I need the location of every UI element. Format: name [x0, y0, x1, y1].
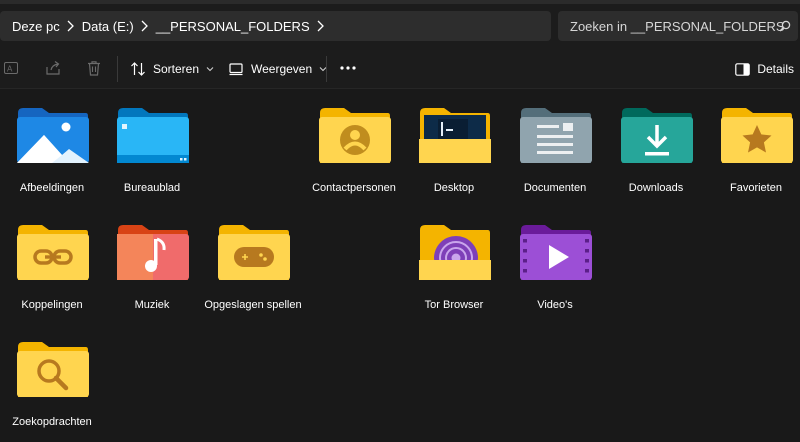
folder-label: Muziek [134, 299, 170, 311]
videos-folder-icon [520, 225, 592, 280]
toolbar-divider [117, 56, 118, 82]
folder-item-tor-browser[interactable]: Tor Browser [404, 207, 504, 317]
desktop-blue-folder-icon [117, 108, 189, 163]
breadcrumb-deze-pc[interactable]: Deze pc [12, 19, 60, 34]
sort-icon [130, 61, 146, 77]
folder-item-zoekopdrachten[interactable]: Zoekopdrachten [2, 324, 102, 434]
toolbar-divider [326, 56, 327, 82]
details-label: Details [757, 62, 794, 76]
tor-browser-folder-icon [419, 225, 491, 280]
chevron-right-icon[interactable] [60, 20, 82, 32]
folder-label: Favorieten [730, 182, 782, 194]
folder-item-videos[interactable]: Video's [505, 207, 605, 317]
folder-label: Zoekopdrachten [12, 416, 92, 428]
folder-label: Afbeeldingen [19, 182, 85, 194]
address-bar[interactable]: Deze pc Data (E:) __PERSONAL_FOLDERS [0, 11, 551, 41]
searches-folder-icon [17, 342, 89, 397]
saved-games-folder-icon [218, 225, 290, 280]
more-options-icon[interactable] [338, 65, 358, 71]
details-pane-button[interactable]: Details [735, 57, 794, 81]
folder-item-bureaublad[interactable]: Bureaublad [102, 90, 202, 200]
folder-item-downloads[interactable]: Downloads [606, 90, 706, 200]
search-placeholder: Zoeken in __PERSONAL_FOLDERS [570, 18, 785, 34]
search-icon[interactable] [779, 20, 791, 32]
folder-label: Desktop [433, 182, 475, 194]
folder-item-favorieten[interactable]: Favorieten [706, 90, 800, 200]
search-input[interactable]: Zoeken in __PERSONAL_FOLDERS [558, 11, 798, 41]
chevron-right-icon[interactable] [134, 20, 156, 32]
window-top-edge [0, 0, 800, 4]
folder-item-contactpersonen[interactable]: Contactpersonen [304, 90, 404, 200]
sort-label: Sorteren [153, 62, 200, 76]
folder-item-documenten[interactable]: Documenten [505, 90, 605, 200]
rename-icon[interactable]: A [2, 59, 20, 77]
command-bar: A Sorteren Weergeven Details [0, 49, 800, 89]
breadcrumb-personal-folders[interactable]: __PERSONAL_FOLDERS [156, 19, 310, 34]
folder-item-koppelingen[interactable]: Koppelingen [2, 207, 102, 317]
breadcrumb-data-e[interactable]: Data (E:) [82, 19, 134, 34]
folder-label: Documenten [523, 182, 587, 194]
share-icon[interactable] [44, 59, 62, 77]
folder-item-desktop[interactable]: Desktop [404, 90, 504, 200]
contacts-folder-icon [319, 108, 391, 163]
details-pane-icon [735, 62, 751, 76]
folder-view: Afbeeldingen Bureaublad Contactpersonen [0, 90, 800, 442]
folder-label: Tor Browser [424, 299, 484, 311]
folder-label: Bureaublad [123, 182, 181, 194]
view-icon [228, 61, 244, 77]
folder-label: Koppelingen [21, 299, 83, 311]
svg-text:A: A [7, 65, 13, 74]
music-folder-icon [117, 225, 189, 280]
sort-button[interactable]: Sorteren [130, 57, 214, 81]
delete-icon[interactable] [85, 59, 103, 77]
favorites-folder-icon [721, 108, 793, 163]
folder-item-muziek[interactable]: Muziek [102, 207, 202, 317]
view-label: Weergeven [251, 62, 313, 76]
folder-label: Contactpersonen [312, 182, 396, 194]
folder-label: Opgeslagen spellen [204, 299, 302, 311]
links-folder-icon [17, 225, 89, 280]
documents-folder-icon [520, 108, 592, 163]
chevron-right-icon[interactable] [310, 20, 332, 32]
folder-item-afbeeldingen[interactable]: Afbeeldingen [2, 90, 102, 200]
view-button[interactable]: Weergeven [228, 57, 327, 81]
pictures-folder-icon [17, 108, 89, 163]
folder-label: Downloads [628, 182, 684, 194]
folder-item-opgeslagen-spellen[interactable]: Opgeslagen spellen [203, 207, 303, 317]
folder-label: Video's [537, 299, 573, 311]
address-toolbar: Deze pc Data (E:) __PERSONAL_FOLDERS Zoe… [0, 0, 800, 49]
chevron-down-icon [206, 66, 214, 72]
downloads-folder-icon [621, 108, 693, 163]
desktop-folder-icon [419, 108, 491, 163]
